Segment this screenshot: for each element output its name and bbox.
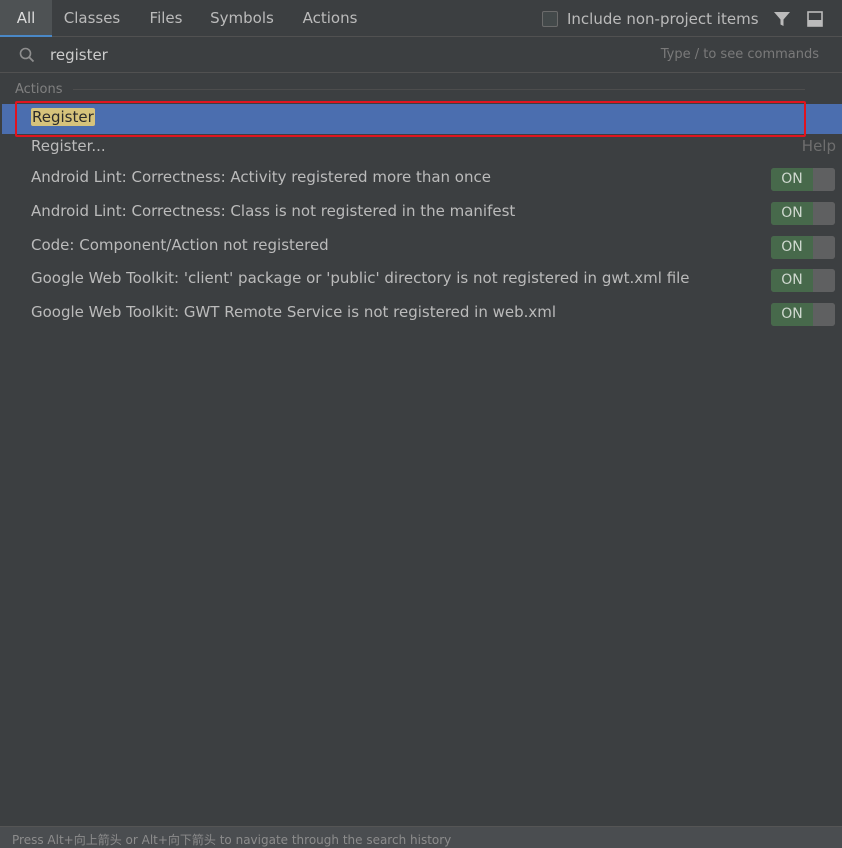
result-category-tag: Help bbox=[801, 137, 836, 155]
toggle-knob bbox=[813, 202, 835, 225]
include-non-project-option[interactable]: Include non-project items bbox=[542, 9, 759, 29]
section-title: Actions bbox=[15, 82, 63, 97]
result-item[interactable]: Google Web Toolkit: GWT Remote Service i… bbox=[2, 299, 842, 329]
toggle-state: ON bbox=[771, 168, 813, 191]
inspection-toggle[interactable]: ON bbox=[771, 303, 835, 326]
toggle-state: ON bbox=[771, 202, 813, 225]
toggle-knob bbox=[813, 269, 835, 292]
search-icon bbox=[19, 47, 35, 63]
tab-actions[interactable]: Actions bbox=[284, 0, 376, 37]
result-item[interactable]: Register... Help bbox=[2, 133, 842, 163]
status-hint: Press Alt+向上箭头 or Alt+向下箭头 to navigate t… bbox=[12, 833, 452, 847]
result-label: Android Lint: Correctness: Class is not … bbox=[31, 202, 516, 220]
include-non-project-checkbox[interactable] bbox=[542, 11, 558, 27]
tab-classes[interactable]: Classes bbox=[52, 0, 132, 37]
section-header-actions: Actions bbox=[15, 82, 805, 97]
section-divider bbox=[72, 89, 805, 90]
result-item[interactable]: Android Lint: Correctness: Activity regi… bbox=[2, 164, 842, 194]
inspection-toggle[interactable]: ON bbox=[771, 202, 835, 225]
result-item[interactable]: Code: Component/Action not registered ON bbox=[2, 232, 842, 262]
toggle-knob bbox=[813, 236, 835, 259]
match-highlight: Register bbox=[31, 108, 95, 126]
result-label: Register bbox=[31, 108, 95, 126]
toggle-state: ON bbox=[771, 236, 813, 259]
toggle-state: ON bbox=[771, 303, 813, 326]
result-item[interactable]: Register bbox=[2, 104, 842, 134]
inspection-toggle[interactable]: ON bbox=[771, 269, 835, 292]
search-input[interactable] bbox=[50, 43, 610, 67]
inspection-toggle[interactable]: ON bbox=[771, 168, 835, 191]
filter-icon[interactable] bbox=[772, 9, 792, 29]
include-non-project-label: Include non-project items bbox=[567, 10, 759, 28]
result-label: Google Web Toolkit: GWT Remote Service i… bbox=[31, 303, 557, 321]
result-item[interactable]: Google Web Toolkit: 'client' package or … bbox=[2, 265, 842, 295]
search-hint: Type / to see commands bbox=[660, 47, 819, 62]
tab-symbols[interactable]: Symbols bbox=[200, 0, 284, 37]
result-label: Android Lint: Correctness: Activity regi… bbox=[31, 168, 491, 186]
tab-bar: All Classes Files Symbols Actions Includ… bbox=[0, 0, 842, 37]
pin-window-icon[interactable] bbox=[805, 9, 825, 29]
status-bar: Press Alt+向上箭头 or Alt+向下箭头 to navigate t… bbox=[0, 826, 842, 848]
search-bar: Type / to see commands bbox=[0, 37, 842, 73]
result-label: Code: Component/Action not registered bbox=[31, 236, 329, 254]
tab-files[interactable]: Files bbox=[132, 0, 200, 37]
result-label: Google Web Toolkit: 'client' package or … bbox=[31, 269, 690, 287]
toggle-knob bbox=[813, 168, 835, 191]
inspection-toggle[interactable]: ON bbox=[771, 236, 835, 259]
tab-all[interactable]: All bbox=[0, 0, 52, 37]
result-label: Register... bbox=[31, 137, 106, 155]
result-item[interactable]: Android Lint: Correctness: Class is not … bbox=[2, 198, 842, 228]
toggle-knob bbox=[813, 303, 835, 326]
toggle-state: ON bbox=[771, 269, 813, 292]
